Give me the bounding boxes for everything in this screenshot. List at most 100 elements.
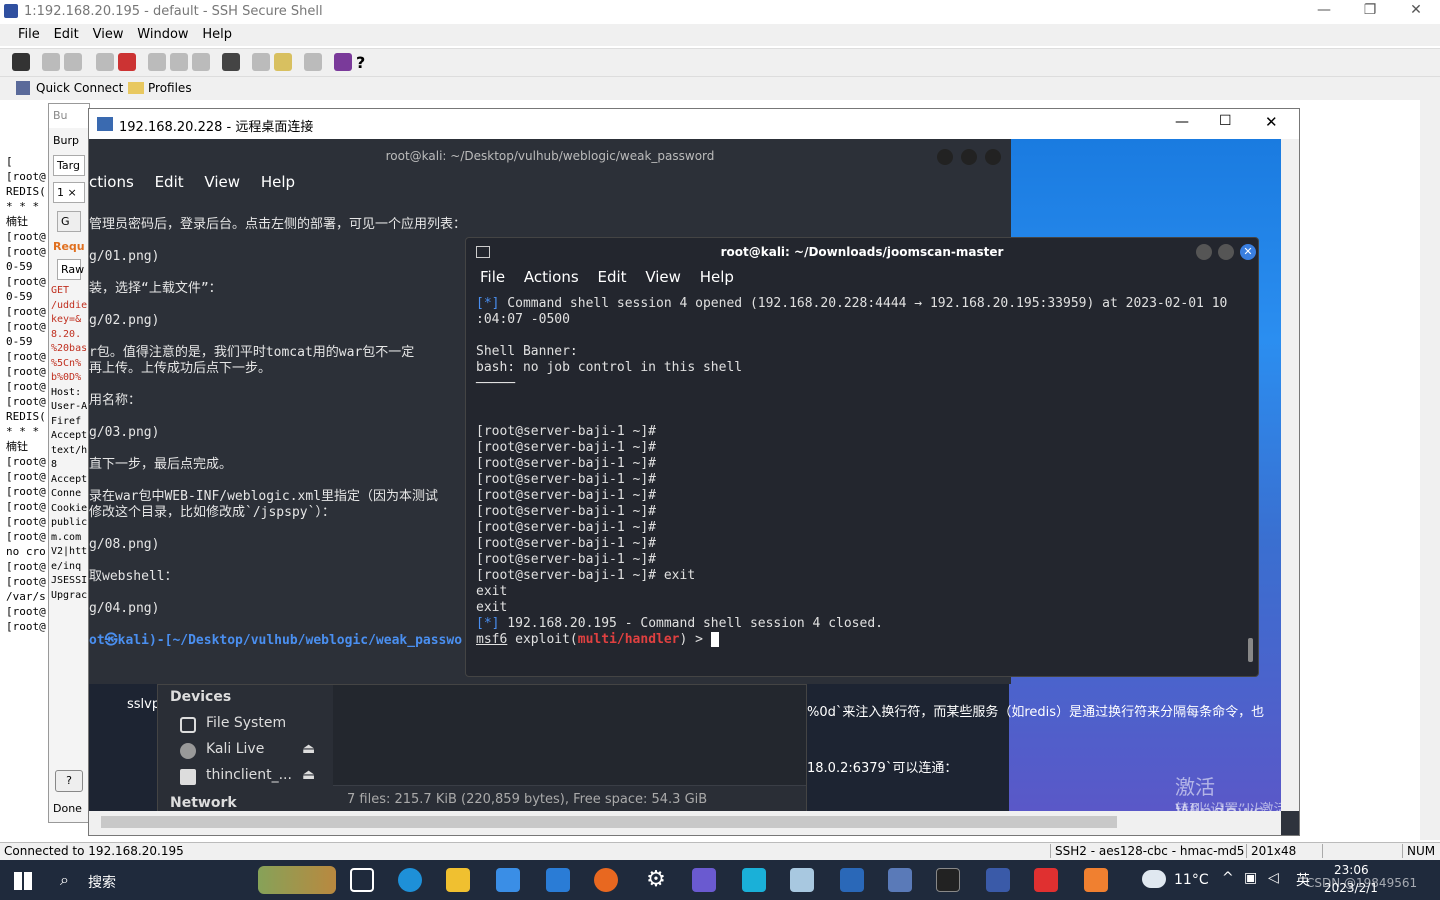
- term-maximize-icon[interactable]: [1218, 244, 1234, 260]
- burp-window: Bu Burp Targ 1 × G Requ Raw GET/uddie key…: [48, 103, 90, 823]
- clipboard-icon[interactable]: [192, 53, 210, 71]
- fm-item-thinclient[interactable]: thinclient_...: [206, 767, 292, 783]
- restore-icon[interactable]: ❐: [1350, 2, 1390, 18]
- term-prompt-line: [root@server-baji-1 ~]#: [476, 520, 657, 535]
- windows-start-icon[interactable]: [14, 872, 32, 890]
- search-icon[interactable]: ⌕: [60, 870, 69, 890]
- rdp-horizontal-scrollbar[interactable]: [89, 811, 1281, 835]
- copy-icon[interactable]: [148, 53, 166, 71]
- settings-gear-icon[interactable]: ⚙: [644, 868, 668, 892]
- doc-close-icon[interactable]: [985, 149, 1001, 165]
- help-pointer-icon[interactable]: ?: [356, 53, 374, 72]
- burp-target-tab[interactable]: Targ: [53, 155, 85, 176]
- mail-icon[interactable]: [546, 868, 570, 892]
- term-line: Shell Banner:: [476, 344, 578, 359]
- term-menu-help[interactable]: Help: [700, 268, 734, 286]
- ssh-term-line: [root@: [6, 350, 46, 363]
- doc-menu-actions[interactable]: ctions: [89, 173, 134, 191]
- network-icon[interactable]: ▣: [1244, 870, 1257, 886]
- ssh-term-line: [root@: [6, 380, 46, 393]
- term-menu-file[interactable]: File: [480, 268, 505, 286]
- app-icon[interactable]: [742, 868, 766, 892]
- burp-raw-tab[interactable]: Raw: [57, 259, 84, 280]
- burp-go-button[interactable]: G: [57, 211, 81, 232]
- doc-menu-help[interactable]: Help: [261, 173, 295, 191]
- reconnect-icon[interactable]: [118, 53, 136, 71]
- term-menu-actions[interactable]: Actions: [524, 268, 579, 286]
- photos-icon[interactable]: [692, 868, 716, 892]
- ssh-term-line: [root@: [6, 470, 46, 483]
- menu-edit[interactable]: Edit: [54, 24, 79, 46]
- clock-time[interactable]: 23:06: [1334, 863, 1369, 877]
- chevron-up-icon[interactable]: ^: [1222, 870, 1234, 886]
- burp-taskbar-icon[interactable]: [1084, 868, 1108, 892]
- notepad-icon[interactable]: [790, 868, 814, 892]
- quick-connect-button[interactable]: Quick Connect: [36, 81, 123, 95]
- burp-help-button[interactable]: ?: [55, 770, 83, 792]
- rdp-taskbar-icon[interactable]: [888, 868, 912, 892]
- key-icon[interactable]: [334, 53, 352, 71]
- term-minimize-icon[interactable]: [1196, 244, 1212, 260]
- volume-icon[interactable]: ◁: [1268, 870, 1279, 886]
- eject-icon[interactable]: ⏏: [302, 741, 315, 757]
- msf-terminal-output[interactable]: [*] Command shell session 4 opened (192.…: [476, 296, 1256, 676]
- rdp-vertical-scrollbar[interactable]: [1281, 139, 1299, 811]
- paste-icon[interactable]: [170, 53, 188, 71]
- print-icon[interactable]: [42, 53, 60, 71]
- term-scrollbar[interactable]: [1248, 638, 1253, 662]
- ssh-window-title: 1:192.168.20.195 - default - SSH Secure …: [24, 4, 323, 19]
- menu-window[interactable]: Window: [137, 24, 188, 46]
- task-view-icon[interactable]: [350, 868, 374, 892]
- settings-icon[interactable]: [304, 53, 322, 71]
- menu-help[interactable]: Help: [202, 24, 232, 46]
- rdp-minimize-icon[interactable]: —: [1175, 114, 1189, 130]
- menu-view[interactable]: View: [93, 24, 124, 46]
- burp-request-line: %5Cn%: [51, 357, 82, 369]
- burp-request-body[interactable]: GET/uddie key=& 8.20. %20bas %5Cn% b%0D% Host:…: [49, 284, 89, 603]
- ssh-vertical-scrollbar[interactable]: [1420, 100, 1440, 840]
- burp-tab-1[interactable]: 1 ×: [53, 182, 85, 203]
- term-close-icon[interactable]: ✕: [1240, 244, 1256, 260]
- doc-minimize-icon[interactable]: [937, 149, 953, 165]
- close-icon[interactable]: ✕: [1396, 2, 1436, 18]
- store-icon[interactable]: [496, 868, 520, 892]
- eject-icon[interactable]: ⏏: [302, 767, 315, 783]
- new-terminal-icon[interactable]: [252, 53, 270, 71]
- menu-file[interactable]: File: [18, 24, 40, 46]
- doc-maximize-icon[interactable]: [961, 149, 977, 165]
- taskbar-search[interactable]: 搜索: [88, 872, 116, 892]
- find-icon[interactable]: [222, 53, 240, 71]
- burp-request-line: /uddie: [51, 299, 88, 311]
- disconnect-icon[interactable]: [96, 53, 114, 71]
- burp-request-line: Accept: [51, 430, 88, 441]
- rdp-maximize-icon[interactable]: ☐: [1219, 113, 1232, 129]
- term-menu-view[interactable]: View: [645, 268, 681, 286]
- doc-menu-view[interactable]: View: [204, 173, 240, 191]
- wps-icon[interactable]: [1034, 868, 1058, 892]
- temperature[interactable]: 11°C: [1174, 872, 1209, 888]
- fm-item-filesystem[interactable]: File System: [206, 715, 286, 731]
- ssh-quick-bar: Quick Connect Profiles: [0, 76, 1440, 100]
- weather-icon[interactable]: [1142, 870, 1166, 888]
- info-tag: [*]: [476, 296, 500, 311]
- doc-menu-edit[interactable]: Edit: [155, 173, 184, 191]
- firefox-icon[interactable]: [594, 868, 618, 892]
- ssh-terminal[interactable]: [[root@ REDIS(* * * 楠钍 [root@ [root@ 0-59 [roo…: [0, 100, 50, 840]
- rdp-close-icon[interactable]: ✕: [1265, 113, 1278, 131]
- ssh-taskbar-icon[interactable]: [986, 868, 1010, 892]
- file-transfer-icon[interactable]: [274, 53, 292, 71]
- edge-icon[interactable]: [398, 868, 422, 892]
- rdp-h-thumb[interactable]: [101, 816, 1117, 828]
- virtualbox-icon[interactable]: [840, 868, 864, 892]
- term-menu-edit[interactable]: Edit: [597, 268, 626, 286]
- file-explorer-icon[interactable]: [446, 868, 470, 892]
- print-preview-icon[interactable]: [64, 53, 82, 71]
- fm-item-kali-live[interactable]: Kali Live: [206, 741, 264, 757]
- term-blank: [476, 392, 1256, 408]
- save-icon[interactable]: [12, 53, 30, 71]
- cmd-icon[interactable]: [936, 868, 960, 892]
- file-manager-window: Devices File System Kali Live ⏏ thinclie…: [157, 684, 807, 811]
- minimize-icon[interactable]: —: [1304, 2, 1344, 18]
- profiles-button[interactable]: Profiles: [148, 81, 192, 95]
- burp-menu[interactable]: Burp: [49, 128, 89, 153]
